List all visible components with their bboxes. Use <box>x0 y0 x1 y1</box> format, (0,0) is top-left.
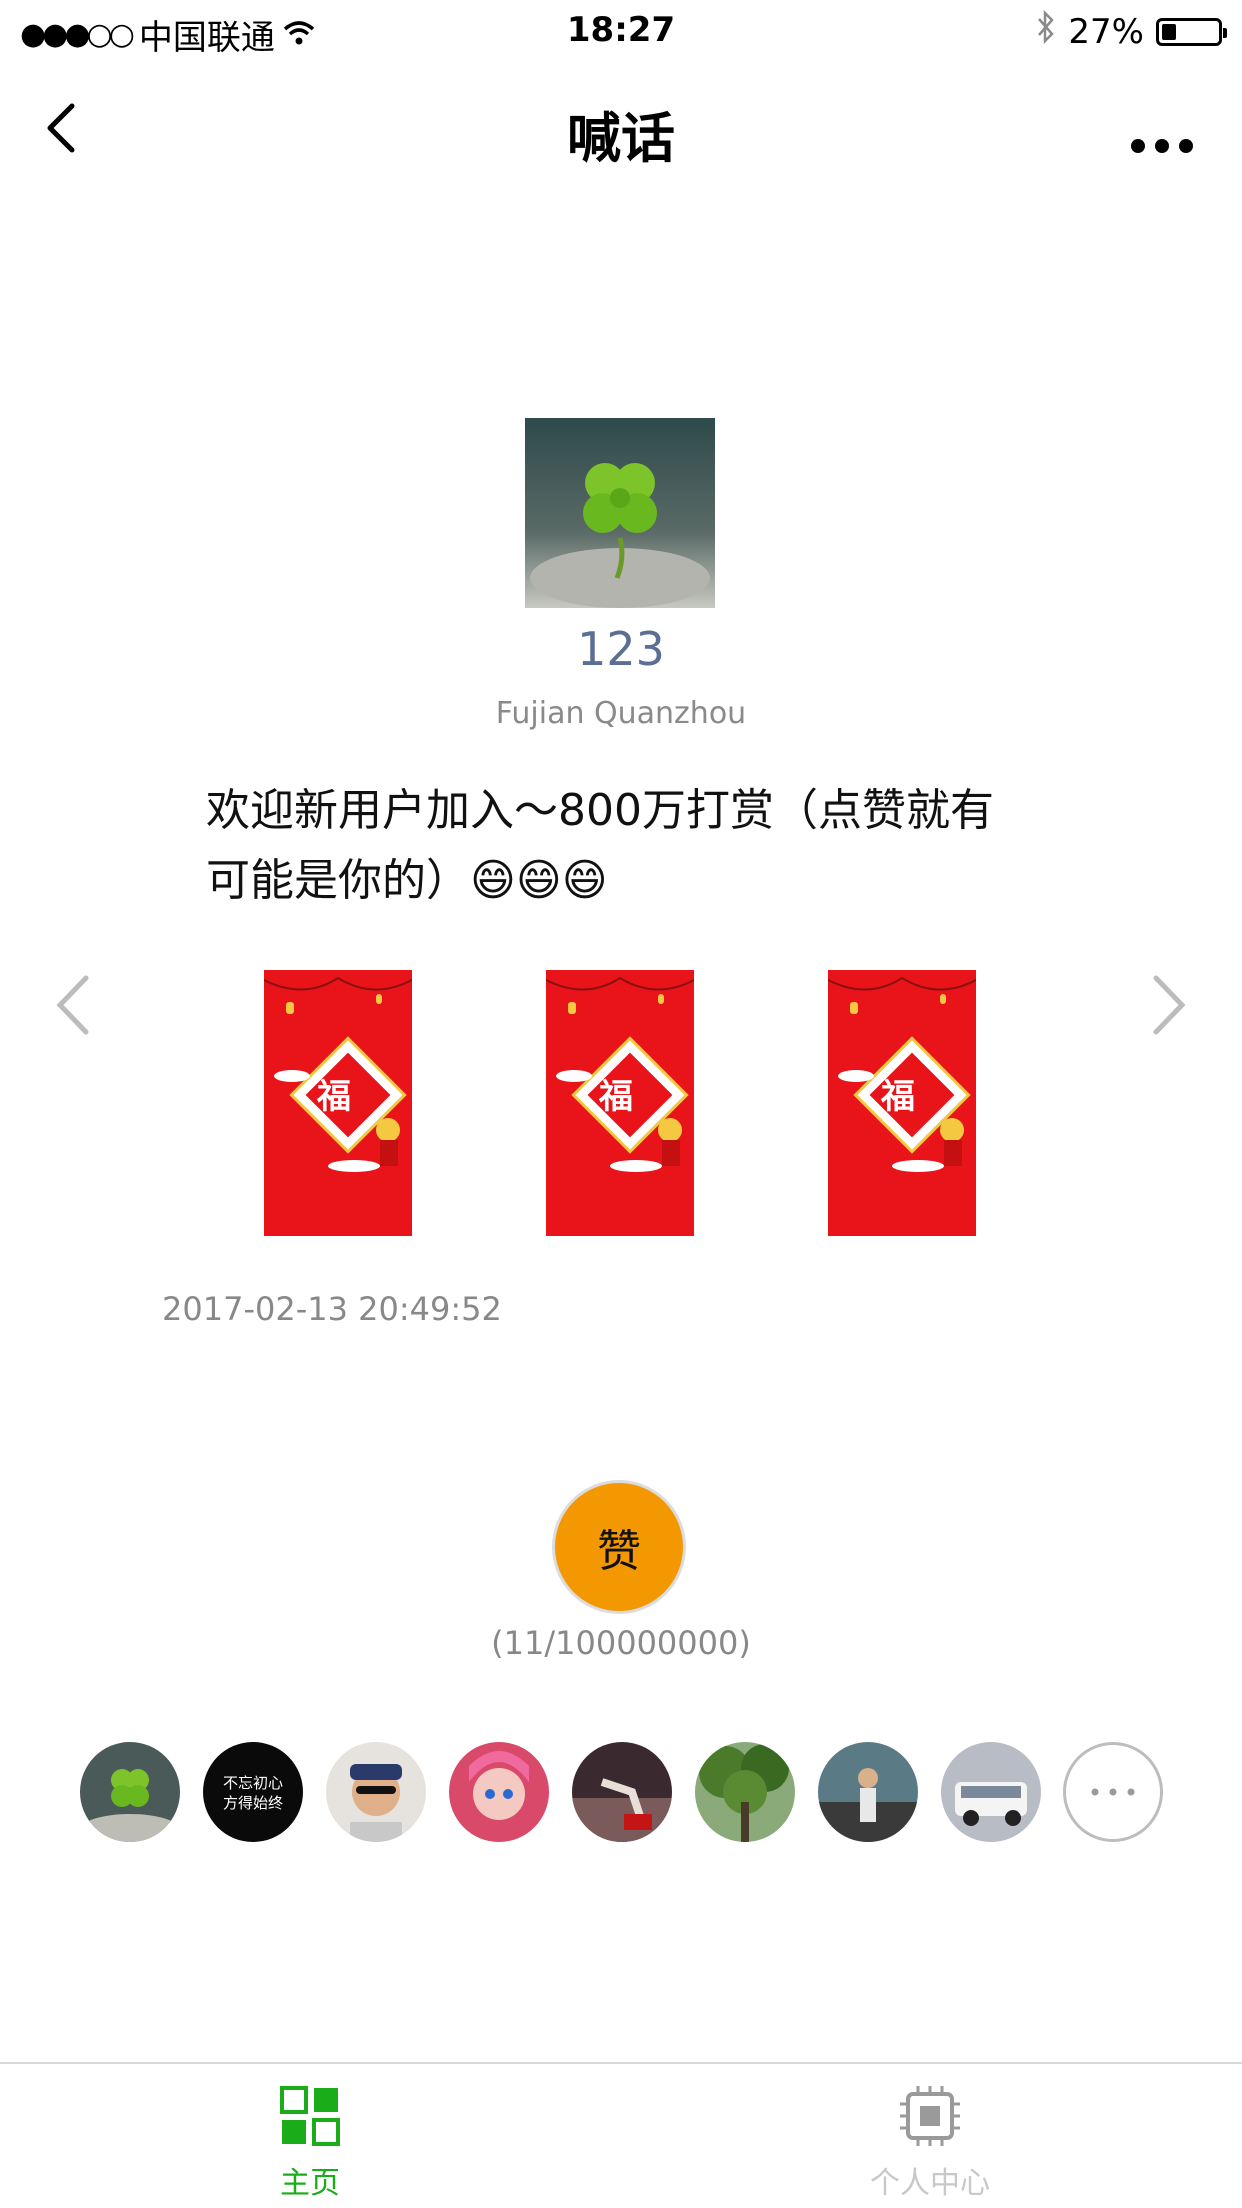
liker-avatar[interactable] <box>80 1742 180 1842</box>
more-likers-button[interactable] <box>1063 1742 1163 1842</box>
svg-text:福: 福 <box>880 1077 915 1117</box>
status-right: 27% <box>1036 9 1227 53</box>
clover-image <box>525 418 715 608</box>
liker-avatar[interactable] <box>818 1742 918 1842</box>
chevron-left-icon <box>56 975 89 1035</box>
nav-bar: 喊话 <box>0 80 1242 176</box>
like-button[interactable]: 赞 <box>552 1480 686 1614</box>
tab-profile[interactable]: 个人中心 <box>780 2084 1080 2202</box>
location: Fujian Quanzhou <box>495 696 747 731</box>
battery-percent: 27% <box>1068 11 1144 52</box>
battery-icon <box>1156 17 1227 46</box>
liker-avatars: 不忘初心 方得始终 <box>0 1742 1242 1842</box>
grid-icon <box>280 2086 340 2146</box>
status-bar: ●●●○○ 中国联通 18:27 27% <box>0 0 1242 60</box>
red-envelope-image[interactable]: 福 <box>263 970 413 1236</box>
liker-avatar[interactable]: 不忘初心 方得始终 <box>203 1742 303 1842</box>
carousel-prev-button[interactable] <box>46 970 106 1040</box>
more-options-button[interactable] <box>1122 98 1202 158</box>
tab-home[interactable]: 主页 <box>160 2084 460 2202</box>
page-title: 喊话 <box>567 107 675 170</box>
like-button-label: 赞 <box>597 1526 641 1577</box>
svg-text:福: 福 <box>598 1077 633 1117</box>
liker-avatar-text: 方得始终 <box>223 1794 283 1812</box>
carousel-next-button[interactable] <box>1136 970 1196 1040</box>
liker-avatar[interactable] <box>695 1742 795 1842</box>
poster-avatar[interactable] <box>525 418 715 608</box>
chip-icon <box>900 2086 960 2146</box>
liker-avatar[interactable] <box>572 1742 672 1842</box>
tab-bar: 主页 个人中心 <box>0 2062 1242 2208</box>
like-count: (11/100000000) <box>491 1624 751 1662</box>
red-envelope-image[interactable]: 福 <box>545 970 695 1236</box>
ellipsis-icon <box>1131 139 1193 153</box>
post-message: 欢迎新用户加入～800万打赏（点赞就有可能是你的）😄😄😄 <box>206 785 994 906</box>
username[interactable]: 123 <box>0 622 1242 676</box>
chevron-right-icon <box>1153 975 1186 1035</box>
tab-profile-label: 个人中心 <box>870 2166 990 2201</box>
liker-avatar[interactable] <box>941 1742 1041 1842</box>
liker-avatar-text: 不忘初心 <box>223 1774 283 1792</box>
red-envelope-image[interactable]: 福 <box>827 970 977 1236</box>
ellipsis-icon <box>1091 1788 1135 1796</box>
bluetooth-icon <box>1036 9 1056 53</box>
svg-text:福: 福 <box>316 1077 351 1117</box>
liker-avatar[interactable] <box>449 1742 549 1842</box>
liker-avatar[interactable] <box>326 1742 426 1842</box>
post-timestamp: 2017-02-13 20:49:52 <box>162 1290 502 1328</box>
tab-home-label: 主页 <box>280 2166 340 2201</box>
